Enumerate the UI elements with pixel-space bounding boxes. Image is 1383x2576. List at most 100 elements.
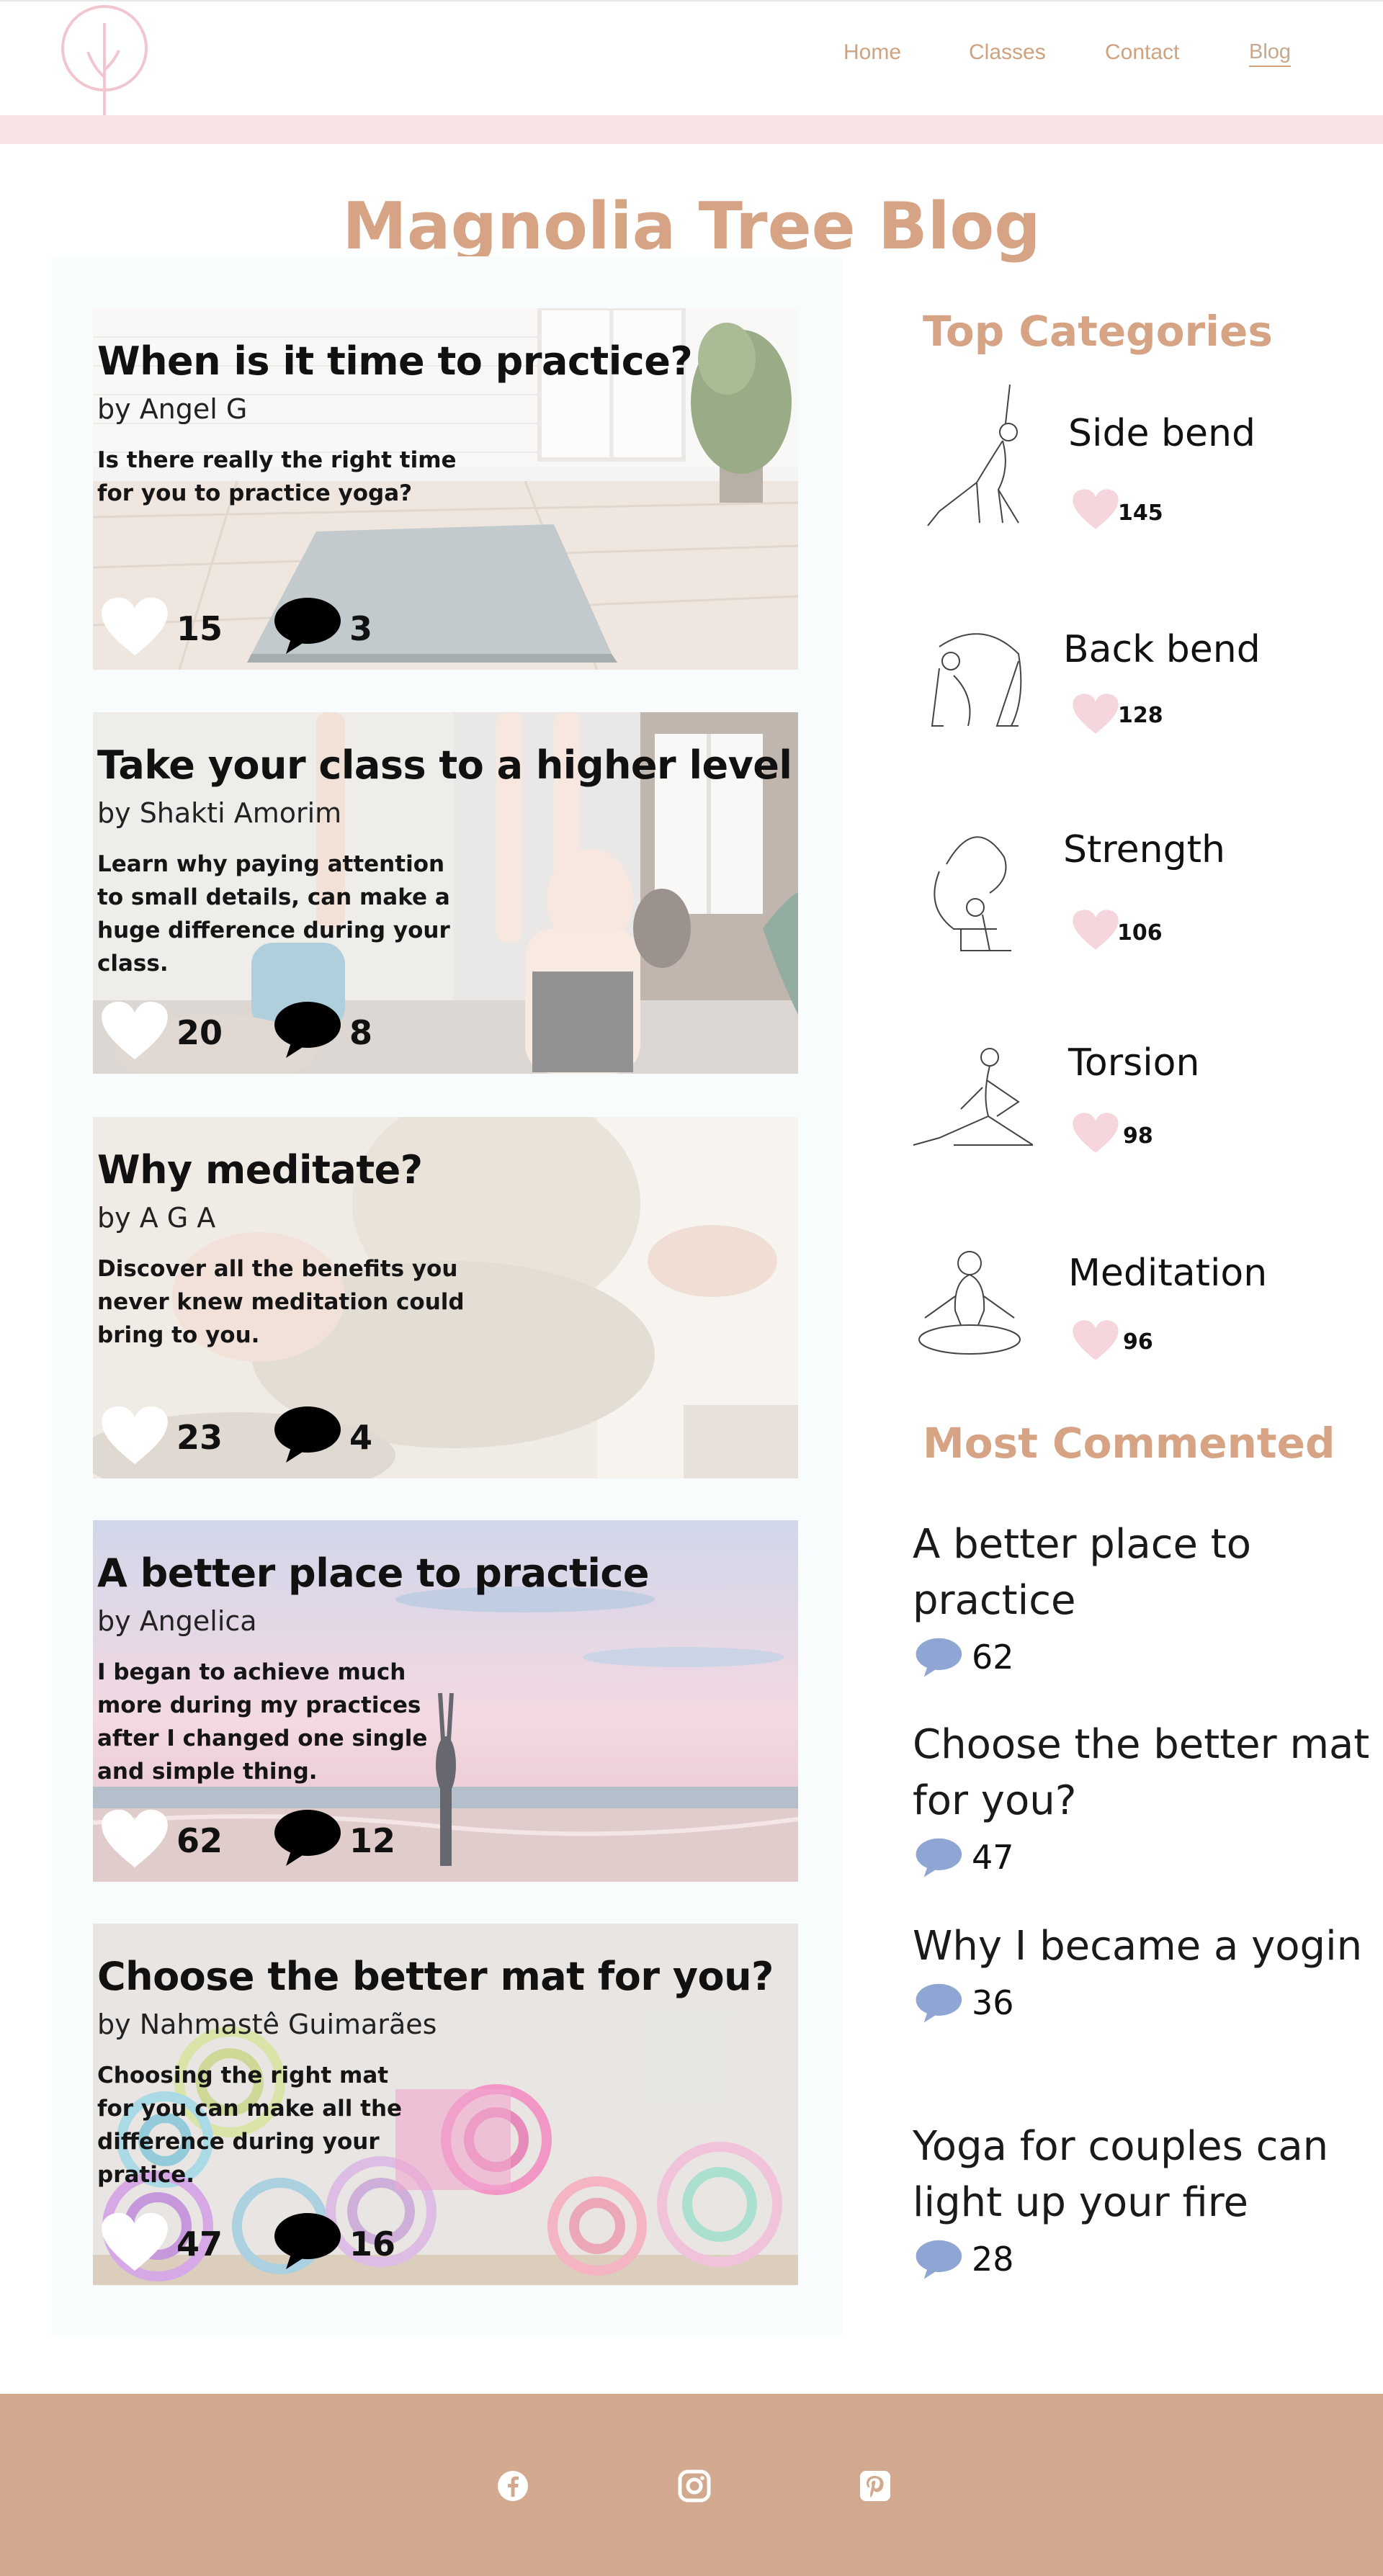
top-categories-heading: Top Categories [923, 307, 1273, 356]
nav-classes[interactable]: Classes [969, 40, 1046, 65]
meditation-pose-icon [918, 1251, 1021, 1355]
category-count: 128 [1118, 703, 1163, 728]
post-stats: 15 3 [100, 596, 460, 657]
post-excerpt: Learn why paying attention to small deta… [97, 851, 450, 977]
category-name: Side bend [1068, 412, 1256, 455]
like-count: 15 [176, 609, 223, 648]
post-title[interactable]: Why meditate? [97, 1147, 423, 1193]
nav-home[interactable]: Home [843, 40, 901, 65]
comment-bubble-icon[interactable] [270, 999, 342, 1059]
most-commented-item[interactable]: Choose the better mat for you? 47 [913, 1717, 1374, 1881]
top-border [0, 0, 1383, 1]
category-back-bend[interactable]: Back bend 128 [910, 618, 1357, 784]
heart-icon [1073, 1113, 1119, 1153]
like-count: 47 [176, 2225, 223, 2263]
most-commented-heading: Most Commented [923, 1419, 1335, 1468]
nav-blog[interactable]: Blog [1249, 40, 1292, 67]
most-commented-stats: 36 [913, 1979, 1374, 2027]
category-name: Meditation [1068, 1252, 1268, 1295]
post-stats: 23 4 [100, 1405, 460, 1466]
post-card[interactable]: Why meditate? by A G A Discover all the … [93, 1117, 798, 1478]
like-count: 20 [176, 1013, 223, 1052]
comment-bubble-icon[interactable] [270, 1404, 342, 1464]
comment-bubble-icon[interactable] [270, 1807, 342, 1867]
category-name: Torsion [1068, 1041, 1200, 1085]
heart-icon[interactable] [100, 596, 169, 657]
post-card[interactable]: Choose the better mat for you? by Nahmas… [93, 1924, 798, 2285]
post-title[interactable]: Choose the better mat for you? [97, 1954, 774, 1999]
category-count: 96 [1123, 1329, 1153, 1355]
most-commented-stats: 47 [913, 1834, 1374, 1881]
most-commented-title[interactable]: Why I became a yogin [913, 1918, 1374, 1975]
heart-icon [1073, 489, 1119, 529]
strength-pose-icon [934, 836, 1011, 951]
heart-icon[interactable] [100, 1808, 169, 1869]
comment-bubble-icon [916, 2240, 962, 2279]
post-excerpt: Choosing the right mat for you can make … [97, 2063, 403, 2188]
comment-count: 62 [972, 1638, 1014, 1677]
like-count: 62 [176, 1821, 223, 1860]
comment-bubble-icon [916, 1983, 962, 2023]
post-title[interactable]: A better place to practice [97, 1550, 650, 1596]
post-excerpt: Discover all the benefits you never knew… [97, 1256, 465, 1348]
main-nav: Home Classes Contact Blog [0, 40, 1383, 69]
comment-count: 47 [972, 1838, 1014, 1877]
category-strength[interactable]: Strength 106 [910, 821, 1357, 987]
post-excerpt: I began to achieve much more during my p… [97, 1659, 428, 1785]
side-bend-pose-icon [927, 384, 1019, 526]
post-card[interactable]: When is it time to practice? by Angel G … [93, 308, 798, 670]
comment-count: 3 [349, 609, 373, 648]
category-count: 98 [1123, 1123, 1153, 1149]
most-commented-title[interactable]: A better place to practice [913, 1517, 1374, 1629]
most-commented-stats: 28 [913, 2235, 1374, 2283]
category-name: Back bend [1063, 628, 1261, 671]
comment-bubble-icon [916, 1638, 962, 1677]
most-commented-title[interactable]: Yoga for couples can light up your fire [913, 2119, 1374, 2231]
heart-icon[interactable] [100, 1000, 169, 1061]
header-band [0, 115, 1383, 144]
most-commented-stats: 62 [913, 1633, 1374, 1681]
comment-count: 36 [972, 1983, 1014, 2022]
footer [0, 2394, 1383, 2576]
most-commented-item[interactable]: A better place to practice 62 [913, 1517, 1374, 1681]
pinterest-icon[interactable] [859, 2469, 892, 2503]
post-author: by Angel G [97, 393, 248, 425]
post-title[interactable]: When is it time to practice? [97, 338, 693, 384]
comment-bubble-icon [916, 1838, 962, 1877]
post-stats: 47 16 [100, 2212, 460, 2272]
heart-icon[interactable] [100, 2212, 169, 2272]
page-title: Magnolia Tree Blog [342, 189, 1041, 264]
post-card[interactable]: A better place to practice by Angelica I… [93, 1520, 798, 1882]
post-stats: 20 8 [100, 1000, 460, 1061]
heart-icon [1073, 1320, 1119, 1360]
post-card[interactable]: Take your class to a higher level by Sha… [93, 712, 798, 1074]
comment-bubble-icon[interactable] [270, 595, 342, 655]
comment-count: 16 [349, 2225, 396, 2263]
comment-count: 28 [972, 2240, 1014, 2279]
category-count: 145 [1118, 501, 1163, 526]
most-commented-item[interactable]: Yoga for couples can light up your fire … [913, 2119, 1374, 2283]
nav-contact[interactable]: Contact [1105, 40, 1179, 65]
heart-icon[interactable] [100, 1405, 169, 1466]
category-side-bend[interactable]: Side bend 145 [910, 382, 1357, 547]
category-meditation[interactable]: Meditation 96 [910, 1239, 1357, 1404]
back-bend-pose-icon [931, 633, 1022, 727]
most-commented-item[interactable]: Why I became a yogin 36 [913, 1918, 1374, 2027]
heart-icon [1073, 910, 1119, 950]
post-author: by Angelica [97, 1605, 257, 1637]
comment-count: 12 [349, 1821, 396, 1860]
post-author: by A G A [97, 1202, 216, 1234]
comment-bubble-icon[interactable] [270, 2210, 342, 2271]
post-stats: 62 12 [100, 1808, 460, 1869]
post-excerpt: Is there really the right time for you t… [97, 447, 457, 506]
facebook-icon[interactable] [496, 2469, 529, 2503]
comment-count: 4 [349, 1418, 373, 1457]
post-title[interactable]: Take your class to a higher level [97, 742, 792, 788]
category-torsion[interactable]: Torsion 98 [910, 1037, 1357, 1203]
torsion-pose-icon [913, 1048, 1033, 1146]
post-author: by Nahmastê Guimarães [97, 2009, 437, 2040]
instagram-icon[interactable] [678, 2469, 711, 2503]
post-author: by Shakti Amorim [97, 797, 342, 829]
most-commented-title[interactable]: Choose the better mat for you? [913, 1717, 1374, 1829]
heart-icon [1073, 694, 1119, 734]
